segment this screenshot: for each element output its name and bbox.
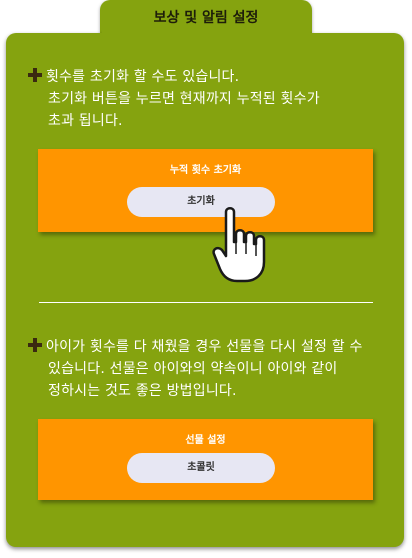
gift-card: 선물 설정 초콜릿 bbox=[38, 419, 373, 500]
pointer-hand-icon bbox=[212, 207, 266, 283]
gift-card-title: 선물 설정 bbox=[185, 435, 226, 446]
reset-card: 누적 횟수 초기화 초기화 bbox=[38, 149, 373, 232]
reset-card-title: 누적 횟수 초기화 bbox=[169, 165, 242, 176]
section-divider bbox=[39, 302, 373, 303]
gift-select-button[interactable]: 초콜릿 bbox=[127, 453, 275, 483]
plus-icon bbox=[28, 338, 42, 352]
page-title: 보상 및 알림 설정 bbox=[153, 10, 259, 26]
plus-icon bbox=[28, 68, 42, 82]
gift-description: 아이가 횟수를 다 채웠을 경우 선물을 다시 설정 할 수 있습니다. 선물은… bbox=[28, 336, 363, 402]
reset-description: 횟수를 초기화 할 수도 있습니다. 초기화 버튼을 누르면 현재까지 누적된 … bbox=[28, 66, 320, 132]
